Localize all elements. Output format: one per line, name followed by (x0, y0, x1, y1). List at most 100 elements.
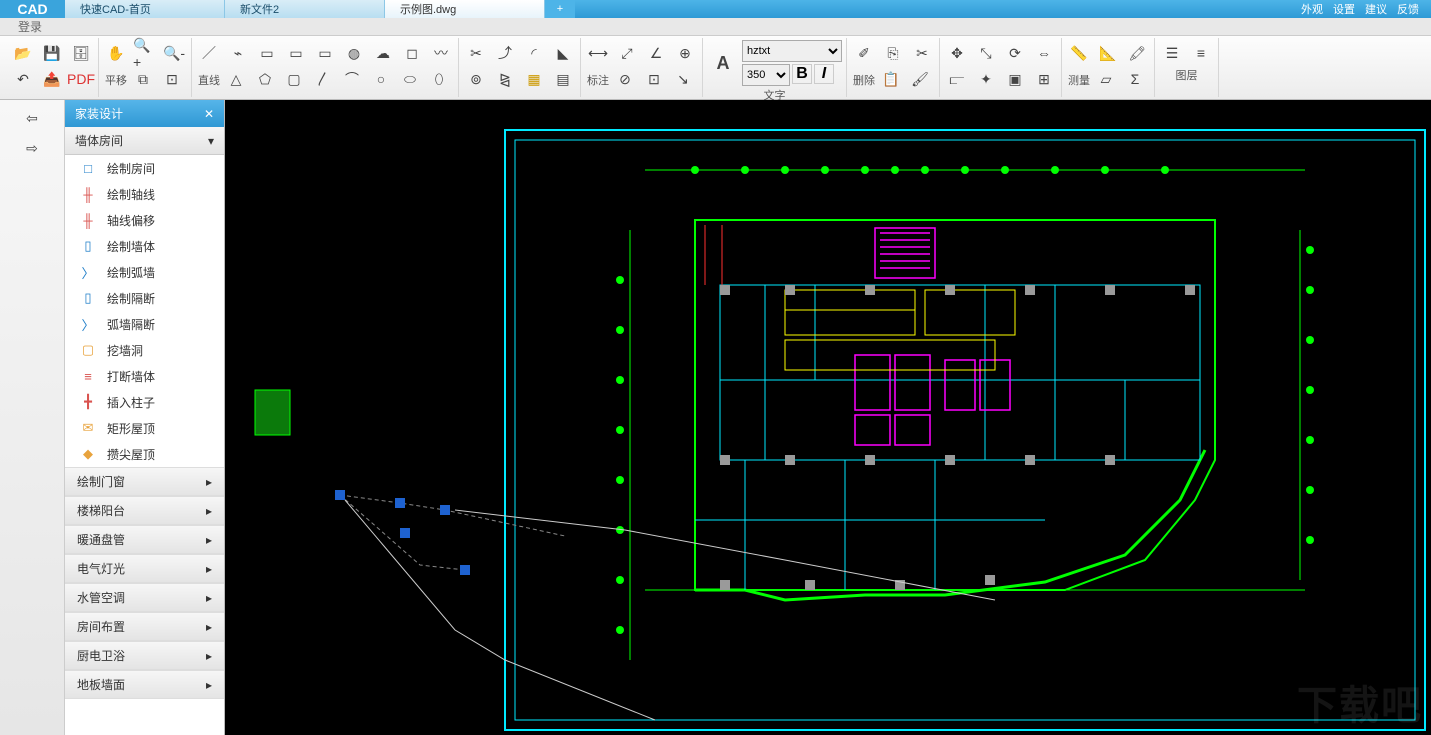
login-link[interactable]: 登录 (18, 18, 42, 35)
spline-icon[interactable]: 〰 (428, 40, 454, 66)
highlight-icon[interactable]: 🖍 (1124, 40, 1150, 66)
move-icon[interactable]: ✥ (944, 40, 970, 66)
tool-item-7[interactable]: ▢挖墙洞 (65, 337, 224, 363)
drawing-canvas[interactable]: 下载吧 (225, 100, 1431, 735)
dim-angular-icon[interactable]: ∠ (643, 40, 669, 66)
paste-icon[interactable]: 📋 (878, 66, 904, 92)
tri-icon[interactable]: △ (223, 66, 249, 92)
line-icon[interactable]: ／ (196, 40, 222, 66)
pdf-button[interactable]: PDF (68, 66, 94, 92)
menu-suggest[interactable]: 建议 (1365, 1, 1387, 17)
dim-radius-icon[interactable]: ⊕ (672, 40, 698, 66)
hand-icon[interactable]: ✋ (103, 40, 129, 66)
nav-back-icon[interactable]: ⇦ (20, 106, 44, 130)
penta-icon[interactable]: ⬠ (252, 66, 278, 92)
tool-item-0[interactable]: □绘制房间 (65, 155, 224, 181)
eraser-icon[interactable]: ✐ (851, 40, 877, 66)
open-button[interactable]: 📂 (10, 40, 36, 66)
tool-item-3[interactable]: ▯绘制墙体 (65, 233, 224, 259)
extend-icon[interactable]: ⤴ (492, 40, 518, 66)
offset-icon[interactable]: ⊚ (463, 66, 489, 92)
save-button[interactable]: 💾 (39, 40, 65, 66)
sum-icon[interactable]: Σ (1122, 66, 1148, 92)
menu-appearance[interactable]: 外观 (1301, 1, 1323, 17)
copy-icon[interactable]: ⎘ (880, 40, 906, 66)
nav-fwd-icon[interactable]: ⇨ (20, 136, 44, 160)
area-icon[interactable]: ▱ (1093, 66, 1119, 92)
zoom-extent-icon[interactable]: ⊡ (159, 66, 185, 92)
menu-settings[interactable]: 设置 (1333, 1, 1355, 17)
tool-item-1[interactable]: ╫绘制轴线 (65, 181, 224, 207)
rect3-icon[interactable]: ▭ (312, 40, 338, 66)
panel-close-icon[interactable]: ✕ (204, 107, 214, 121)
polyline-icon[interactable]: ⌁ (225, 40, 251, 66)
zoom-window-icon[interactable]: ⧉ (130, 66, 156, 92)
size-select[interactable]: 350 (742, 64, 790, 86)
category-6[interactable]: 厨电卫浴▸ (65, 641, 224, 670)
explode-icon[interactable]: ✦ (973, 66, 999, 92)
ellipse2-icon[interactable]: ⬯ (426, 66, 452, 92)
dim-diam-icon[interactable]: ⊘ (612, 66, 638, 92)
tab-newfile[interactable]: 新文件2 (225, 0, 385, 18)
zoom-in-icon[interactable]: 🔍+ (132, 40, 158, 66)
category-5[interactable]: 房间布置▸ (65, 612, 224, 641)
category-4[interactable]: 水管空调▸ (65, 583, 224, 612)
tool-item-10[interactable]: ✉矩形屋顶 (65, 415, 224, 441)
dim-leader-icon[interactable]: ↘ (670, 66, 696, 92)
tab-example-dwg[interactable]: 示例图.dwg (385, 0, 545, 18)
category-0[interactable]: 绘制门窗▸ (65, 467, 224, 496)
square-icon[interactable]: ▢ (281, 66, 307, 92)
tool-item-11[interactable]: ◆攒尖屋顶 (65, 441, 224, 467)
category-1[interactable]: 楼梯阳台▸ (65, 496, 224, 525)
revcloud-icon[interactable]: ☁ (370, 40, 396, 66)
rotate-icon[interactable]: ⟳ (1002, 40, 1028, 66)
fillet-icon[interactable]: ◜ (521, 40, 547, 66)
array-icon[interactable]: ▤ (550, 66, 576, 92)
stretch-icon[interactable]: ⇔ (1031, 40, 1057, 66)
ellipse-icon[interactable]: ⬭ (397, 66, 423, 92)
layers-icon[interactable]: ☰ (1159, 40, 1185, 66)
export-button[interactable]: 📤 (39, 66, 65, 92)
zoom-out-icon[interactable]: 🔍- (161, 40, 187, 66)
brush-icon[interactable]: 🖌 (907, 66, 933, 92)
tab-home[interactable]: 快速CAD-首页 (65, 0, 225, 18)
rect2-icon[interactable]: ▭ (283, 40, 309, 66)
text-icon[interactable]: A (707, 47, 739, 79)
trim-icon[interactable]: ✂ (463, 40, 489, 66)
undo-button[interactable]: ↶ (10, 66, 36, 92)
block-icon[interactable]: ▣ (1002, 66, 1028, 92)
zigzag-icon[interactable]: 〳 (310, 66, 336, 92)
arc-icon[interactable]: ⌒ (339, 66, 365, 92)
panel-section[interactable]: 墙体房间 ▾ (65, 127, 224, 155)
saveas-button[interactable]: 🗄 (68, 40, 94, 66)
chamfer-icon[interactable]: ◣ (550, 40, 576, 66)
tab-add-button[interactable]: + (545, 0, 575, 18)
cut-icon[interactable]: ✂ (909, 40, 935, 66)
circle-icon[interactable]: ○ (368, 66, 394, 92)
category-7[interactable]: 地板墙面▸ (65, 670, 224, 699)
tool-item-2[interactable]: ╫轴线偏移 (65, 207, 224, 233)
align-icon[interactable]: ⫍ (944, 66, 970, 92)
tool-item-9[interactable]: ╋插入柱子 (65, 389, 224, 415)
dim-ord-icon[interactable]: ⊡ (641, 66, 667, 92)
italic-button[interactable]: I (814, 64, 834, 84)
hatch-icon[interactable]: ▦ (521, 66, 547, 92)
ruler-icon[interactable]: 📏 (1066, 40, 1092, 66)
menu-feedback[interactable]: 反馈 (1397, 1, 1419, 17)
mirror-icon[interactable]: ⧎ (492, 66, 518, 92)
tool-item-4[interactable]: 〉绘制弧墙 (65, 259, 224, 285)
bold-button[interactable]: B (792, 64, 812, 84)
rect-icon[interactable]: ▭ (254, 40, 280, 66)
group-icon[interactable]: ⊞ (1031, 66, 1057, 92)
shape-icon[interactable]: ◻ (399, 40, 425, 66)
dim-aligned-icon[interactable]: ⤢ (614, 40, 640, 66)
dim-linear-icon[interactable]: ⟷ (585, 40, 611, 66)
donut-icon[interactable]: ◍ (341, 40, 367, 66)
tool-item-8[interactable]: ≡打断墙体 (65, 363, 224, 389)
menu-icon[interactable]: ≡ (1188, 40, 1214, 66)
scale-icon[interactable]: ⤡ (973, 40, 999, 66)
category-2[interactable]: 暖通盘管▸ (65, 525, 224, 554)
tool-item-6[interactable]: 〉弧墙隔断 (65, 311, 224, 337)
angle-measure-icon[interactable]: 📐 (1095, 40, 1121, 66)
category-3[interactable]: 电气灯光▸ (65, 554, 224, 583)
